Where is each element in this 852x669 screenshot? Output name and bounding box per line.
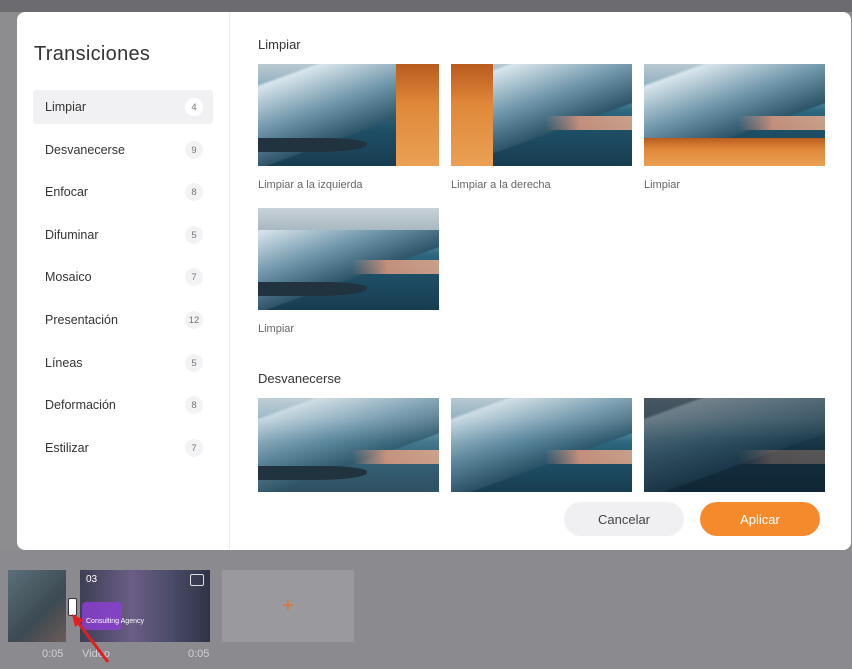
- transitions-dialog: Transiciones Limpiar 4 Desvanecerse 9 En…: [17, 12, 851, 550]
- clip-type-icon: [190, 574, 204, 586]
- section-title-limpiar: Limpiar: [258, 37, 301, 52]
- category-count: 5: [185, 354, 203, 372]
- transition-thumbnail: [644, 64, 825, 166]
- transition-caption: Limpiar: [644, 179, 681, 191]
- transition-card[interactable]: [644, 398, 825, 494]
- category-label: Presentación: [45, 313, 118, 327]
- category-mosaico[interactable]: Mosaico 7: [33, 260, 213, 294]
- category-label: Líneas: [45, 356, 83, 370]
- category-count: 8: [185, 396, 203, 414]
- transition-thumbnail: [258, 398, 439, 494]
- transitions-panel: Limpiar Limpiar a la izquierda Limpiar a…: [230, 12, 851, 550]
- category-count: 8: [185, 183, 203, 201]
- section-title-desvanecerse: Desvanecerse: [258, 371, 342, 386]
- category-estilizar[interactable]: Estilizar 7: [33, 431, 213, 465]
- category-limpiar[interactable]: Limpiar 4: [33, 90, 213, 124]
- dialog-title: Transiciones: [34, 43, 151, 65]
- category-count: 9: [185, 141, 203, 159]
- category-count: 5: [185, 226, 203, 244]
- apply-button[interactable]: Aplicar: [700, 502, 820, 536]
- category-count: 4: [185, 98, 203, 116]
- category-deformacion[interactable]: Deformación 8: [33, 388, 213, 422]
- cancel-button[interactable]: Cancelar: [564, 502, 684, 536]
- transition-caption: Limpiar a la derecha: [451, 179, 551, 191]
- transition-caption: Limpiar: [258, 323, 295, 335]
- category-label: Difuminar: [45, 228, 99, 242]
- transition-card[interactable]: Limpiar: [258, 208, 439, 335]
- category-count: 7: [185, 268, 203, 286]
- clip2-duration: 0:05: [188, 648, 210, 660]
- category-difuminar[interactable]: Difuminar 5: [33, 218, 213, 252]
- category-label: Limpiar: [45, 100, 86, 114]
- clip1-duration: 0:05: [42, 648, 64, 660]
- transition-thumbnail: [644, 398, 825, 494]
- category-count: 12: [185, 311, 203, 329]
- transition-card[interactable]: Limpiar a la derecha: [451, 64, 632, 191]
- transition-thumbnail: [451, 398, 632, 494]
- category-count: 7: [185, 439, 203, 457]
- timeline-clip-1[interactable]: [8, 570, 66, 642]
- clip-number: 03: [86, 574, 98, 585]
- add-clip-button[interactable]: +: [222, 570, 354, 642]
- category-desvanecerse[interactable]: Desvanecerse 9: [33, 133, 213, 167]
- app-top-bar: [0, 0, 852, 12]
- category-presentacion[interactable]: Presentación 12: [33, 303, 213, 337]
- category-label: Deformación: [45, 398, 116, 412]
- transition-card[interactable]: [258, 398, 439, 494]
- plus-icon: +: [282, 594, 294, 617]
- transition-card[interactable]: [451, 398, 632, 494]
- transition-thumbnail: [258, 64, 439, 166]
- category-label: Desvanecerse: [45, 143, 125, 157]
- dialog-footer: Cancelar Aplicar: [230, 492, 851, 550]
- transition-thumbnail: [258, 208, 439, 310]
- category-sidebar: Transiciones Limpiar 4 Desvanecerse 9 En…: [17, 12, 230, 550]
- transition-thumbnail: [451, 64, 632, 166]
- category-lineas[interactable]: Líneas 5: [33, 346, 213, 380]
- category-label: Enfocar: [45, 185, 89, 199]
- red-arrow-annotation: [72, 614, 110, 663]
- category-label: Estilizar: [45, 441, 89, 455]
- category-enfocar[interactable]: Enfocar 8: [33, 175, 213, 209]
- transition-caption: Limpiar a la izquierda: [258, 179, 363, 191]
- transition-card[interactable]: Limpiar a la izquierda: [258, 64, 439, 191]
- category-label: Mosaico: [45, 270, 92, 284]
- transition-card[interactable]: Limpiar: [644, 64, 825, 191]
